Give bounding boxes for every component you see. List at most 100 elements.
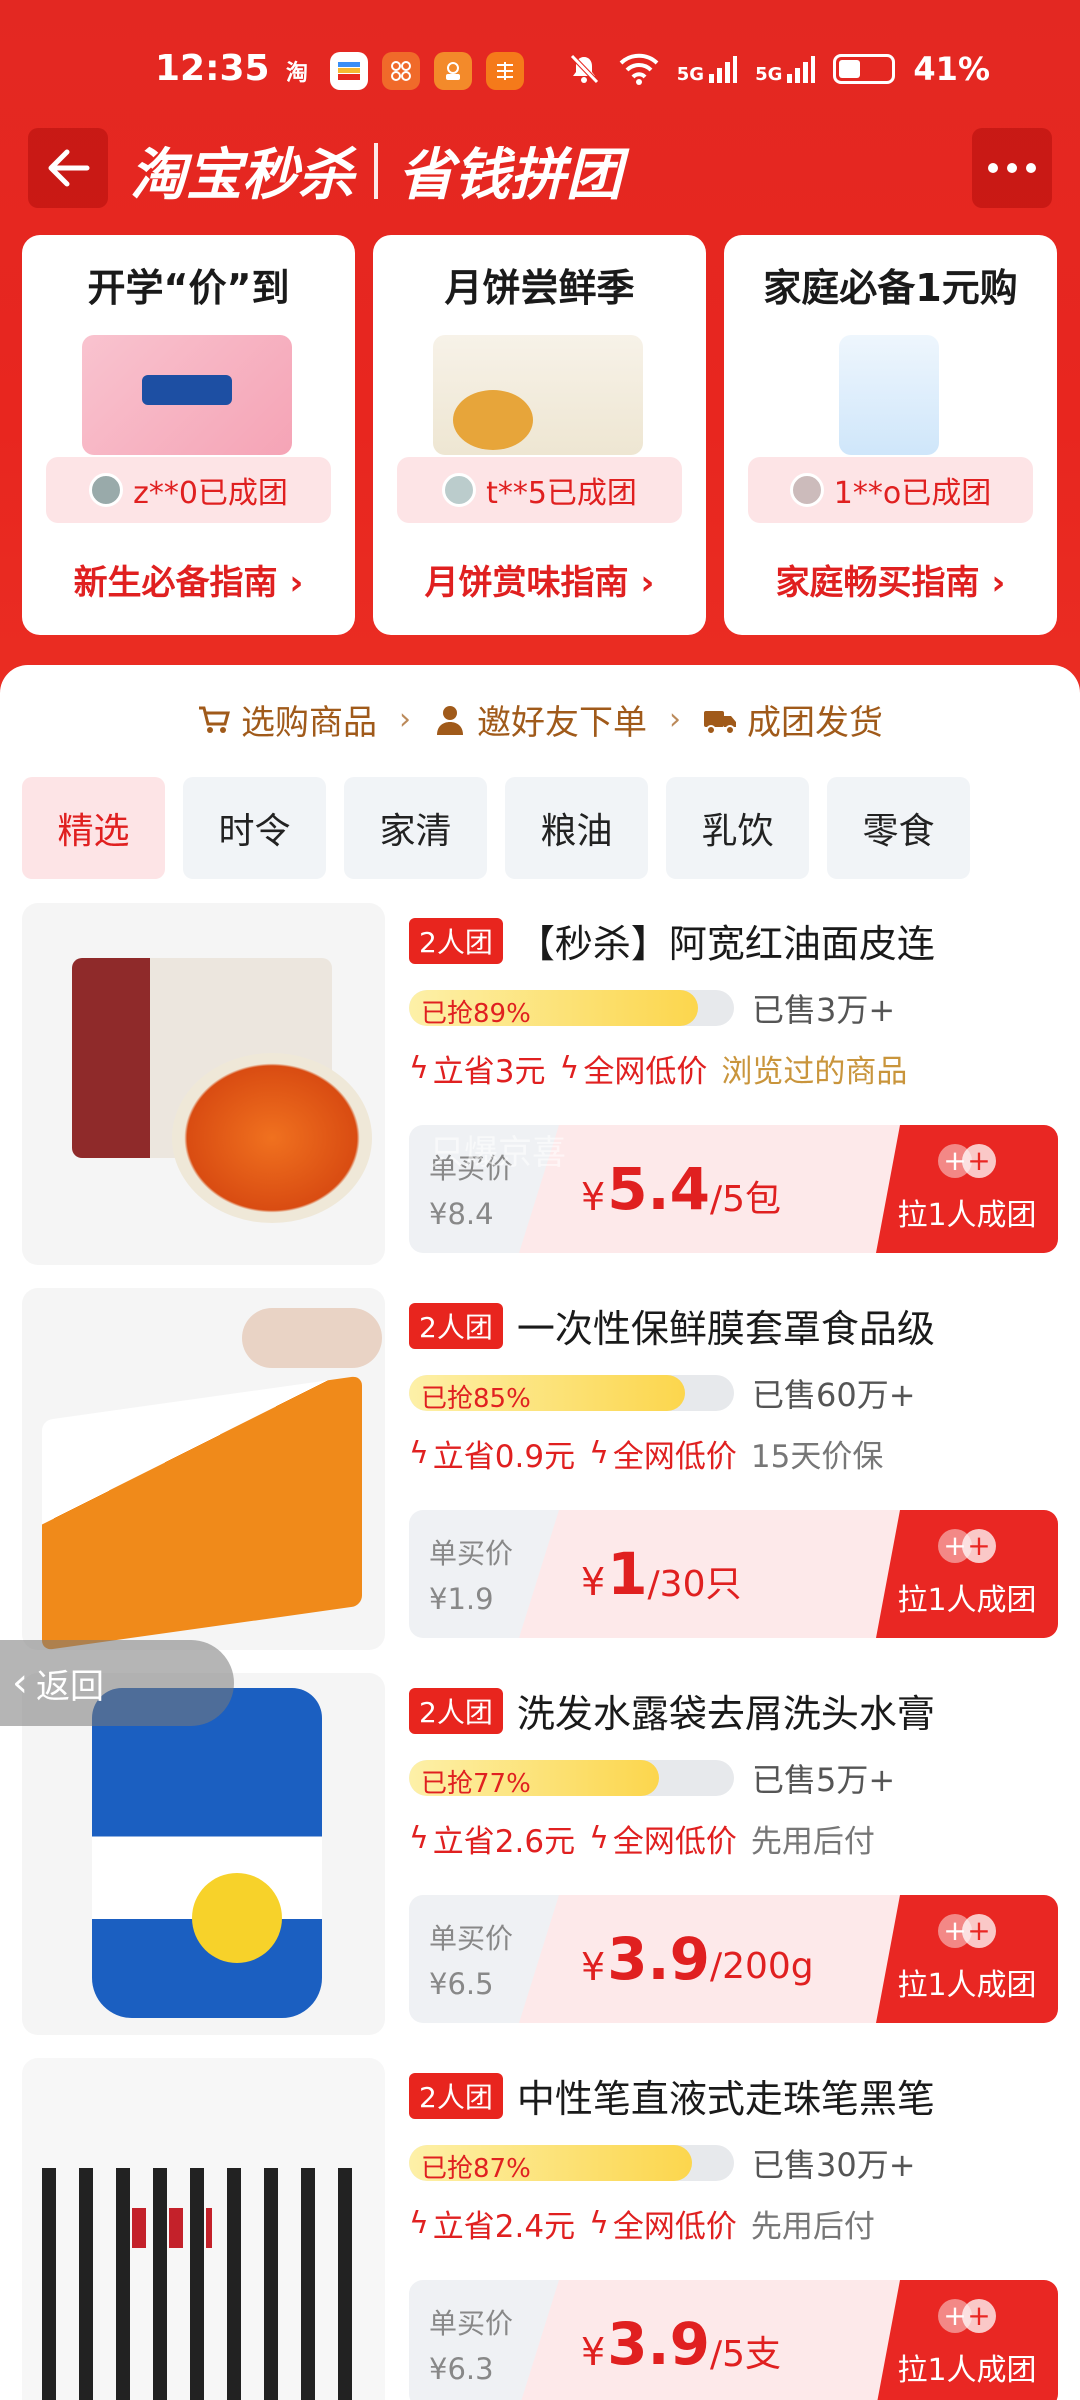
promo-guide-link[interactable]: 新生必备指南 › (22, 555, 355, 604)
brand-divider (374, 142, 378, 199)
promo-joined-text: z**0已成团 (133, 476, 288, 511)
product-progress-row: 已抢89% 已售3万+ (409, 985, 1058, 1031)
step-invite: 邀好友下单 (433, 695, 647, 744)
plus-avatars-icon: + + (938, 1529, 996, 1563)
truck-icon (704, 710, 736, 735)
taobao-app-icon: 淘 (285, 61, 308, 86)
lightning-icon: ϟ (409, 1436, 429, 1471)
tab-seasonal[interactable]: 时令 (183, 777, 326, 879)
promo-guide-link[interactable]: 月饼赏味指南 › (373, 555, 706, 604)
product-tags: ϟ 立省2.4元 ϟ 全网低价 先用后付 (409, 2201, 1058, 2246)
promo-title: 家庭必备1元购 (763, 266, 1018, 310)
chevron-right-icon: › (669, 702, 681, 737)
chevron-right-icon: › (399, 702, 411, 737)
product-card[interactable]: 2人团 洗发水露袋去屑洗头水膏 已抢77% 已售5万+ ϟ 立省2.6元 ϟ 全网低… (22, 1673, 1058, 2035)
group-price: ¥1/30只 (519, 1510, 908, 1638)
promo-joined-text: t**5已成团 (486, 476, 637, 511)
tissue-product-image (82, 335, 292, 455)
step-select: 选购商品 (197, 695, 377, 744)
grid-app-icon (382, 52, 420, 90)
brand-right: 省钱拼团 (398, 143, 622, 208)
product-image-noodles (22, 903, 385, 1265)
product-card[interactable]: 2人团 【秒杀】阿宽红油面皮连 已抢89% 已售3万+ ϟ 立省3元 ϟ 全网低价 … (22, 903, 1058, 1265)
more-button[interactable] (972, 128, 1052, 208)
invite-group-button[interactable]: + + 拉1人成团 (876, 1510, 1058, 1638)
product-title-row: 2人团 一次性保鲜膜套罩食品级 (409, 1298, 1058, 1353)
sold-count: 已售5万+ (752, 1761, 896, 1799)
tab-cleaning[interactable]: 家清 (344, 777, 487, 879)
product-card[interactable]: 2人团 中性笔直液式走珠笔黑笔 已抢87% 已售30万+ ϟ 立省2.4元 ϟ 全网… (22, 2058, 1058, 2400)
lightning-icon: ϟ (559, 1051, 580, 1086)
tab-grain-oil[interactable]: 粮油 (505, 777, 648, 879)
save-tag: ϟ 立省2.4元 (409, 2206, 576, 2245)
lowest-price-tag: ϟ 全网低价 (559, 1051, 708, 1090)
promo-card-mooncake[interactable]: 月饼尝鲜季 t**5已成团 月饼赏味指南 › (373, 235, 706, 635)
tab-featured[interactable]: 精选 (22, 777, 165, 879)
wifi-icon (619, 53, 659, 85)
plus-avatars-icon: + + (938, 2299, 996, 2333)
invite-group-button[interactable]: + + 拉1人成团 (876, 1895, 1058, 2023)
lowest-price-tag: ϟ 全网低价 (589, 1436, 737, 1475)
battery-percent: 41% (913, 50, 990, 88)
slow-app-icon (486, 52, 524, 90)
extra-tag: 先用后付 (750, 2209, 875, 2245)
shop-app-icon (434, 52, 472, 90)
save-tag: ϟ 立省3元 (409, 1051, 546, 1090)
group-size-badge: 2人团 (409, 2072, 503, 2119)
promo-guide-link[interactable]: 家庭畅买指南 › (724, 555, 1057, 604)
avatar (789, 473, 824, 507)
product-info: 2人团 一次性保鲜膜套罩食品级 已抢85% 已售60万+ ϟ 立省0.9元 ϟ 全网… (409, 1288, 1058, 1650)
tab-dairy-drinks[interactable]: 乳饮 (666, 777, 809, 879)
group-price: ¥3.9/200g (519, 1895, 908, 2023)
extra-tag: 浏览过的商品 (721, 1054, 908, 1090)
signal-5g-1-icon: 5G (677, 54, 738, 84)
promo-joined-strip: t**5已成团 (397, 457, 682, 523)
promo-joined-strip: z**0已成团 (46, 457, 331, 523)
lowest-price-tag: ϟ 全网低价 (589, 1821, 737, 1860)
price-box: 单买价 ¥1.9 ¥1/30只 + + 拉1人成团 (409, 1510, 1058, 1638)
product-info: 2人团 【秒杀】阿宽红油面皮连 已抢89% 已售3万+ ϟ 立省3元 ϟ 全网低价 … (409, 903, 1058, 1265)
lightning-icon: ϟ (589, 2206, 609, 2241)
invite-group-button[interactable]: + + 拉1人成团 (876, 2280, 1058, 2400)
floating-return-button[interactable]: ‹ 返回 (0, 1640, 234, 1726)
grab-progress-bar: 已抢89% (409, 990, 734, 1026)
back-button[interactable] (28, 128, 108, 208)
product-tags: ϟ 立省3元 ϟ 全网低价 浏览过的商品 (409, 1046, 1058, 1091)
product-title-row: 2人团 【秒杀】阿宽红油面皮连 (409, 913, 1058, 968)
tab-snacks[interactable]: 零食 (827, 777, 970, 879)
product-card[interactable]: 2人团 一次性保鲜膜套罩食品级 已抢85% 已售60万+ ϟ 立省0.9元 ϟ 全网… (22, 1288, 1058, 1650)
category-tabs: 精选 时令 家清 粮油 乳饮 零食 (22, 777, 970, 879)
wallet-app-icon (330, 52, 368, 90)
product-progress-row: 已抢85% 已售60万+ (409, 1370, 1058, 1416)
group-price: ¥5.4/5包 (519, 1125, 908, 1253)
product-tags: ϟ 立省2.6元 ϟ 全网低价 先用后付 (409, 1816, 1058, 1861)
cart-icon (199, 706, 230, 733)
promo-card-school[interactable]: 开学“价”到 z**0已成团 新生必备指南 › (22, 235, 355, 635)
promo-card-family[interactable]: 家庭必备1元购 1**o已成团 家庭畅买指南 › (724, 235, 1057, 635)
product-progress-row: 已抢87% 已售30万+ (409, 2140, 1058, 2186)
product-title-row: 2人团 洗发水露袋去屑洗头水膏 (409, 1683, 1058, 1738)
lightning-icon: ϟ (589, 1436, 609, 1471)
product-info: 2人团 中性笔直液式走珠笔黑笔 已抢87% 已售30万+ ϟ 立省2.4元 ϟ 全网… (409, 2058, 1058, 2400)
sold-count: 已售60万+ (752, 1376, 916, 1414)
grab-progress-bar: 已抢85% (409, 1375, 734, 1411)
chevron-left-icon: ‹ (12, 1660, 28, 1706)
cotton-swab-product-image (839, 335, 939, 455)
watermark-text: 只爆京喜 (430, 1133, 566, 1173)
signal-5g-2-icon: 5G (755, 54, 816, 84)
product-info: 2人团 洗发水露袋去屑洗头水膏 已抢77% 已售5万+ ϟ 立省2.6元 ϟ 全网低… (409, 1673, 1058, 2035)
grab-progress-bar: 已抢87% (409, 2145, 734, 2181)
grab-progress-bar: 已抢77% (409, 1760, 734, 1796)
product-image-gel-pens (22, 2058, 385, 2400)
save-tag: ϟ 立省2.6元 (409, 1821, 576, 1860)
status-app-icons: 淘 (278, 52, 524, 90)
lightning-icon: ϟ (409, 1051, 429, 1086)
product-title: 中性笔直液式走珠笔黑笔 (516, 2077, 935, 2121)
invite-group-button[interactable]: + + 拉1人成团 (876, 1125, 1058, 1253)
product-title: 【秒杀】阿宽红油面皮连 (516, 922, 935, 966)
status-indicators: 5G 5G 41% (567, 50, 990, 88)
promo-joined-strip: 1**o已成团 (748, 457, 1033, 523)
lightning-icon: ϟ (409, 2206, 429, 2241)
more-dots-icon (988, 163, 1036, 173)
lowest-price-tag: ϟ 全网低价 (589, 2206, 737, 2245)
